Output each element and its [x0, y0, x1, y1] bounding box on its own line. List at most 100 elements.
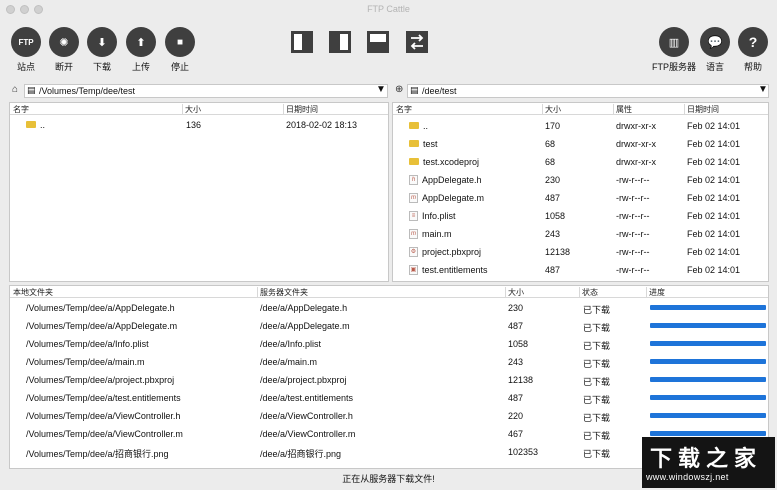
queue-size: 12138: [508, 375, 534, 385]
column-header-status[interactable]: 状态: [582, 287, 598, 298]
file-date: Feb 02 14:01: [687, 175, 741, 185]
column-header-server-folder[interactable]: 服务器文件夹: [260, 287, 308, 298]
file-date: Feb 02 14:01: [687, 229, 741, 239]
queue-server-path: /dee/a/ViewController.m: [260, 429, 356, 439]
minimize-window-button[interactable]: [20, 5, 29, 14]
zoom-window-button[interactable]: [34, 5, 43, 14]
source-file-icon: m: [409, 228, 418, 239]
remote-path-text: /dee/test: [422, 86, 457, 96]
file-name-cell: test.xcodeproj: [409, 157, 479, 167]
queue-server-path: /dee/a/ViewController.h: [260, 411, 353, 421]
watermark-logo: 下载之家 www.windowszj.net: [642, 437, 775, 488]
remote-globe-icon[interactable]: ⊕: [395, 84, 403, 95]
plist-file-icon: ≡: [409, 210, 418, 221]
progress-bar: [650, 413, 766, 418]
server-icon: ▥: [659, 27, 689, 57]
chat-bubble-icon: 💬: [700, 27, 730, 57]
file-date: 2018-02-02 18:13: [286, 120, 358, 130]
file-date: Feb 02 14:01: [687, 265, 741, 275]
remote-file-row[interactable]: h AppDelegate.h 230 -rw-r--r-- Feb 02 14:01: [393, 171, 768, 189]
column-header-local-folder[interactable]: 本地文件夹: [13, 287, 53, 298]
remote-file-list[interactable]: 名字 大小 属性 日期时间 .. 170 drwxr-xr-x Feb 02 14:0…: [392, 102, 769, 282]
column-header-date[interactable]: 日期时间: [286, 104, 318, 115]
file-attributes: -rw-r--r--: [616, 211, 650, 221]
column-header-size[interactable]: 大小: [185, 104, 201, 115]
file-attributes: drwxr-xr-x: [616, 121, 656, 131]
header-file-icon: h: [409, 174, 418, 185]
queue-row[interactable]: /Volumes/Temp/dee/a/project.pbxproj/dee/…: [10, 371, 768, 389]
swap-panels-icon[interactable]: [405, 30, 429, 54]
column-header-date[interactable]: 日期时间: [687, 104, 719, 115]
queue-size: 220: [508, 411, 524, 421]
queue-row[interactable]: /Volumes/Temp/dee/a/ViewController.h/dee…: [10, 407, 768, 425]
queue-row[interactable]: /Volumes/Temp/dee/a/main.m/dee/a/main.m 2…: [10, 353, 768, 371]
file-size: 230: [545, 175, 561, 185]
queue-size: 487: [508, 393, 524, 403]
remote-file-row[interactable]: test.xcodeproj 68 drwxr-xr-x Feb 02 14:01: [393, 153, 768, 171]
file-name-cell: m main.m: [409, 228, 452, 240]
toolbar-label: FTP服务器: [652, 62, 696, 72]
remote-file-row[interactable]: ▣ test.entitlements 487 -rw-r--r-- Feb 02 14…: [393, 261, 768, 279]
queue-local-path: /Volumes/Temp/dee/a/AppDelegate.m: [26, 321, 178, 331]
queue-server-path: /dee/a/project.pbxproj: [260, 375, 347, 385]
queue-table-header: 本地文件夹 服务器文件夹 大小 状态 进度: [10, 286, 768, 298]
layout-left-panel-icon[interactable]: [290, 30, 314, 54]
remote-path-field[interactable]: ▤ /dee/test: [407, 84, 769, 98]
queue-row[interactable]: /Volumes/Temp/dee/a/AppDelegate.h/dee/a/…: [10, 299, 768, 317]
layout-bottom-panel-icon[interactable]: [366, 30, 390, 54]
file-name-cell: ▣ test.entitlements: [409, 264, 488, 276]
toolbar-button-stop[interactable]: ■ 停止: [157, 27, 203, 73]
disconnect-icon: ✺: [49, 27, 79, 57]
queue-server-path: /dee/a/招商银行.png: [260, 449, 342, 459]
queue-local-path: /Volumes/Temp/dee/a/test.entitlements: [26, 393, 181, 403]
queue-server-path: /dee/a/AppDelegate.m: [260, 321, 350, 331]
queue-local-path: /Volumes/Temp/dee/a/ViewController.m: [26, 429, 183, 439]
toolbar-label: 停止: [170, 62, 189, 72]
close-window-button[interactable]: [6, 5, 15, 14]
local-file-row[interactable]: .. 136 2018-02-02 18:13: [10, 116, 388, 134]
queue-status: 已下载: [583, 359, 611, 369]
queue-size: 467: [508, 429, 524, 439]
file-name-cell: ⚙ project.pbxproj: [409, 246, 482, 258]
column-header-size[interactable]: 大小: [508, 287, 524, 298]
column-header-progress[interactable]: 进度: [649, 287, 665, 298]
file-attributes: -rw-r--r--: [616, 265, 650, 275]
file-name: test.entitlements: [422, 265, 488, 275]
toolbar-button-help[interactable]: ? 帮助: [730, 27, 776, 73]
file-attributes: -rw-r--r--: [616, 247, 650, 257]
queue-row[interactable]: /Volumes/Temp/dee/a/test.entitlements/de…: [10, 389, 768, 407]
help-icon: ?: [738, 27, 768, 57]
remote-file-row[interactable]: m AppDelegate.m 487 -rw-r--r-- Feb 02 14:01: [393, 189, 768, 207]
file-name: project.pbxproj: [422, 247, 482, 257]
local-home-icon[interactable]: ⌂: [12, 84, 18, 95]
remote-file-row[interactable]: m main.m 243 -rw-r--r-- Feb 02 14:01: [393, 225, 768, 243]
file-size: 170: [545, 121, 561, 131]
file-name: AppDelegate.m: [422, 193, 485, 203]
file-date: Feb 02 14:01: [687, 247, 741, 257]
layout-right-panel-icon[interactable]: [328, 30, 352, 54]
column-header-attributes[interactable]: 属性: [616, 104, 632, 115]
local-path-field[interactable]: ▤ /Volumes/Temp/dee/test: [24, 84, 388, 98]
file-attributes: -rw-r--r--: [616, 175, 650, 185]
column-header-size[interactable]: 大小: [545, 104, 561, 115]
queue-row[interactable]: /Volumes/Temp/dee/a/Info.plist/dee/a/Inf…: [10, 335, 768, 353]
upload-icon: ⬆: [126, 27, 156, 57]
column-header-name[interactable]: 名字: [396, 104, 412, 115]
remote-path-dropdown-icon[interactable]: ▼: [758, 84, 768, 95]
local-path-text: /Volumes/Temp/dee/test: [39, 86, 136, 96]
local-file-list[interactable]: 名字 大小 日期时间 .. 136 2018-02-02 18:13: [9, 102, 389, 282]
toolbar-button-ftp-server[interactable]: ▥ FTP服务器: [650, 27, 698, 73]
remote-file-row[interactable]: ⚙ project.pbxproj 12138 -rw-r--r-- Feb 02 14…: [393, 243, 768, 261]
remote-file-row[interactable]: ≡ Info.plist 1058 -rw-r--r-- Feb 02 14:01: [393, 207, 768, 225]
file-name: Info.plist: [422, 211, 456, 221]
queue-server-path: /dee/a/main.m: [260, 357, 318, 367]
remote-file-row[interactable]: test 68 drwxr-xr-x Feb 02 14:01: [393, 135, 768, 153]
local-path-dropdown-icon[interactable]: ▼: [376, 84, 386, 95]
download-icon: ⬇: [87, 27, 117, 57]
remote-file-row[interactable]: .. 170 drwxr-xr-x Feb 02 14:01: [393, 117, 768, 135]
folder-icon: [409, 140, 419, 148]
source-file-icon: m: [409, 192, 418, 203]
queue-row[interactable]: /Volumes/Temp/dee/a/AppDelegate.m/dee/a/…: [10, 317, 768, 335]
column-header-name[interactable]: 名字: [13, 104, 29, 115]
watermark-url: www.windowszj.net: [646, 472, 729, 482]
